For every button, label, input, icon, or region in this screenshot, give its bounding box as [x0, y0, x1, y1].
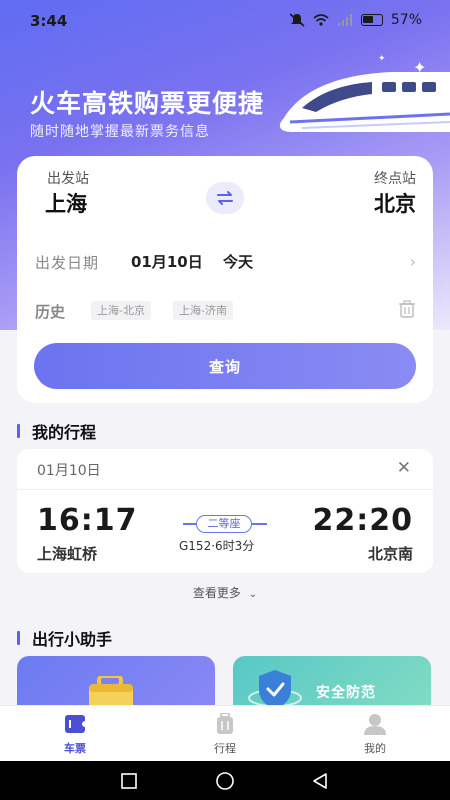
date-relative: 今天	[223, 253, 254, 271]
hero-title: 火车高铁购票更便捷	[30, 89, 265, 118]
history-item[interactable]: 上海-北京	[91, 301, 151, 320]
swap-stations-button[interactable]	[206, 182, 244, 214]
sparkle-icon: ✦	[378, 54, 386, 64]
battery-percent: 57%	[390, 12, 422, 28]
see-more-label: 查看更多	[192, 586, 241, 600]
bottom-tab-bar: 车票 行程 我的	[0, 705, 450, 761]
status-time: 3:44	[30, 12, 68, 30]
divider	[17, 489, 433, 490]
my-trips-title: 我的行程	[32, 423, 97, 442]
chevron-down-icon: ⌄	[248, 589, 258, 600]
safety-card-label: 安全防范	[316, 685, 376, 701]
section-marker	[17, 631, 20, 645]
see-more-link[interactable]: 查看更多 ⌄	[0, 584, 450, 601]
tab-label: 我的	[364, 742, 386, 755]
from-station-label: 出发站	[47, 171, 89, 187]
date-label: 出发日期	[35, 254, 100, 272]
assistant-heading: 出行小助手	[17, 626, 112, 650]
recents-icon[interactable]	[120, 772, 138, 790]
history-item[interactable]: 上海-济南	[173, 301, 233, 320]
sparkle-icon: ✦	[413, 58, 427, 77]
history-label: 历史	[35, 303, 66, 321]
back-icon[interactable]	[311, 772, 329, 790]
luggage-icon	[217, 713, 233, 734]
battery-icon	[360, 14, 383, 26]
tab-label: 车票	[64, 742, 86, 755]
swap-icon	[217, 191, 233, 205]
user-icon	[364, 714, 386, 735]
seat-class-badge: 二等座	[183, 512, 267, 536]
from-city[interactable]: 上海	[45, 188, 87, 218]
close-icon[interactable]: ✕	[397, 458, 411, 478]
status-bar: 3:44 57%	[0, 0, 450, 44]
ticket-search-card: 出发站 终点站 上海 北京 出发日期 01月10日 今天 › 历史 上海-北京 …	[17, 156, 433, 403]
trash-icon[interactable]	[399, 300, 415, 318]
my-trips-heading: 我的行程	[17, 419, 96, 443]
mute-icon	[289, 13, 305, 27]
home-icon[interactable]	[215, 772, 235, 790]
tab-tickets[interactable]: 车票	[25, 706, 125, 762]
date-value[interactable]: 01月10日	[131, 251, 203, 272]
depart-time: 16:17	[37, 503, 138, 538]
ticket-icon	[65, 715, 87, 733]
depart-station: 上海虹桥	[37, 545, 98, 563]
tab-itinerary[interactable]: 行程	[175, 706, 275, 762]
signal-icon	[337, 14, 352, 26]
trip-card[interactable]: 01月10日 ✕ 16:17 22:20 上海虹桥 北京南 二等座 G152·6…	[17, 449, 433, 573]
trip-date: 01月10日	[37, 463, 101, 479]
tab-label: 行程	[214, 742, 236, 755]
hero-subtitle: 随时随地掌握最新票务信息	[30, 124, 210, 140]
arrive-station: 北京南	[367, 545, 413, 563]
tab-profile[interactable]: 我的	[325, 706, 425, 762]
to-station-label: 终点站	[374, 171, 416, 187]
to-city[interactable]: 北京	[374, 188, 416, 218]
system-nav-bar	[0, 761, 450, 800]
section-marker	[17, 424, 20, 438]
assistant-title: 出行小助手	[32, 630, 113, 649]
arrive-time: 22:20	[312, 503, 413, 538]
query-button[interactable]: 查询	[34, 343, 416, 389]
seat-class: 二等座	[196, 515, 252, 533]
chevron-right-icon[interactable]: ›	[410, 252, 416, 271]
wifi-icon	[313, 14, 329, 26]
train-info: G152·6时3分	[179, 539, 255, 553]
